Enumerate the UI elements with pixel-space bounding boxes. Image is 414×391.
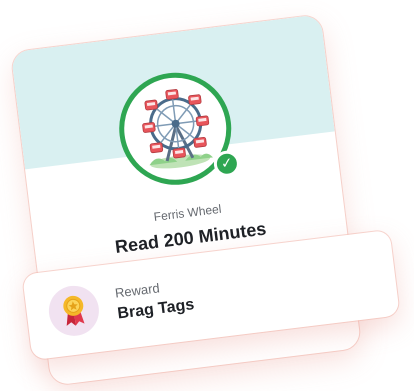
checkmark-icon: ✓ bbox=[212, 149, 242, 179]
reward-value: Brag Tags bbox=[116, 296, 196, 323]
reward-label: Reward bbox=[114, 280, 161, 301]
medal-icon bbox=[63, 295, 85, 326]
ferris-wheel-icon bbox=[142, 89, 214, 169]
reward-icon-circle bbox=[46, 282, 102, 339]
reward-popup: ✓ Ferris Wheel Read 200 Minutes Reward B… bbox=[0, 0, 414, 391]
